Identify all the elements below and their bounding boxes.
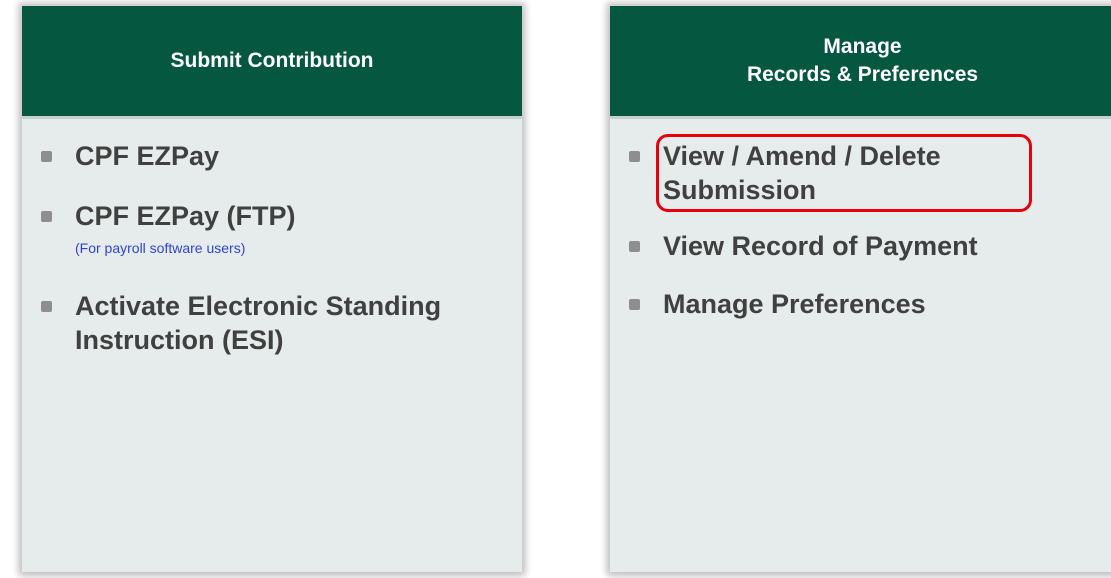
submit-contribution-header: Submit Contribution xyxy=(22,6,522,119)
manage-records-list: View / Amend / Delete Submission View Re… xyxy=(610,119,1111,321)
square-bullet-icon xyxy=(629,151,640,162)
manage-records-title-line1: Manage xyxy=(823,35,902,58)
square-bullet-icon xyxy=(41,301,52,312)
submit-contribution-list: CPF EZPay CPF EZPay (FTP) (For payroll s… xyxy=(22,119,522,357)
square-bullet-icon xyxy=(41,151,52,162)
manage-records-card: Manage Records & Preferences View / Amen… xyxy=(610,6,1111,572)
manage-records-title-line2: Records & Preferences xyxy=(746,63,979,86)
manage-preferences-link[interactable]: Manage Preferences xyxy=(610,287,1111,321)
manage-records-header: Manage Records & Preferences xyxy=(610,6,1111,119)
view-amend-delete-submission-label: View / Amend / Delete Submission xyxy=(663,141,941,205)
cpf-ezpay-link[interactable]: CPF EZPay xyxy=(22,139,522,173)
view-record-of-payment-label: View Record of Payment xyxy=(663,231,978,261)
cpf-ezpay-ftp-label: CPF EZPay (FTP) xyxy=(75,201,296,231)
view-amend-delete-submission-link[interactable]: View / Amend / Delete Submission xyxy=(610,139,1111,207)
view-record-of-payment-link[interactable]: View Record of Payment xyxy=(610,229,1111,263)
square-bullet-icon xyxy=(41,211,52,222)
activate-esi-label: Activate Electronic Standing Instruction… xyxy=(75,291,442,355)
square-bullet-icon xyxy=(629,241,640,252)
cpf-ezpay-ftp-note: (For payroll software users) xyxy=(75,240,246,256)
page: Submit Contribution CPF EZPay CPF EZPay … xyxy=(0,0,1111,578)
cpf-ezpay-label: CPF EZPay xyxy=(75,141,220,171)
submit-contribution-card: Submit Contribution CPF EZPay CPF EZPay … xyxy=(22,6,522,572)
submit-contribution-title: Submit Contribution xyxy=(170,49,374,72)
cpf-ezpay-ftp-link[interactable]: CPF EZPay (FTP) (For payroll software us… xyxy=(22,199,522,259)
manage-preferences-label: Manage Preferences xyxy=(663,289,926,319)
activate-esi-link[interactable]: Activate Electronic Standing Instruction… xyxy=(22,289,522,357)
square-bullet-icon xyxy=(629,299,640,310)
